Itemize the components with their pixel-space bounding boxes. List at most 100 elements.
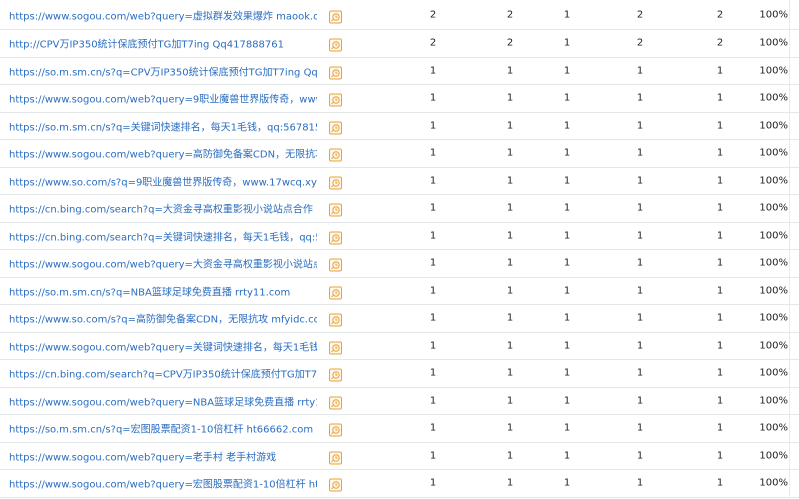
count-cell: 1 [506, 175, 514, 187]
history-clock-icon[interactable] [329, 147, 342, 162]
source-url-link[interactable]: https://cn.bing.com/search?q=关键词快速排名，每天1… [9, 228, 317, 243]
source-url-link[interactable]: https://cn.bing.com/search?q=大资金寻高权重影视小说… [9, 201, 317, 216]
keyword-table: https://www.sogou.com/web?query=虚拟群发效果爆炸… [0, 0, 799, 498]
count-cell: 2 [716, 9, 724, 20]
percent-cell: 100% [759, 37, 788, 49]
count-cell: 1 [563, 367, 571, 379]
count-cell: 1 [716, 175, 724, 187]
column-divider [789, 57, 790, 84]
count-cell: 1 [716, 477, 724, 489]
count-cell: 1 [506, 477, 514, 489]
history-clock-icon[interactable] [329, 202, 342, 217]
count-cell: 1 [716, 312, 724, 324]
source-url-link[interactable]: https://www.sogou.com/web?query=大资金寻高权重影… [9, 256, 317, 271]
history-clock-icon[interactable] [329, 8, 342, 23]
column-divider [789, 277, 790, 304]
history-clock-icon[interactable] [329, 119, 342, 135]
table-row: https://www.so.com/s?q=高防御免备案CDN，无限抗攻 mf… [0, 305, 799, 333]
count-cell: 1 [506, 147, 514, 159]
history-clock-icon[interactable] [329, 229, 342, 245]
source-url-link[interactable]: https://cn.bing.com/search?q=CPV万IP350统计… [9, 366, 317, 381]
source-url-link[interactable]: https://so.m.sm.cn/s?q=NBA篮球足球免费直播 rrty1… [9, 283, 290, 298]
count-cell: 1 [563, 477, 571, 489]
count-cell: 1 [716, 65, 724, 77]
history-clock-icon[interactable] [329, 174, 342, 190]
count-cell: 1 [506, 120, 514, 132]
history-clock-icon[interactable] [329, 284, 342, 300]
source-url-link[interactable]: https://so.m.sm.cn/s?q=宏图股票配资1-10倍杠杆 ht6… [9, 421, 313, 436]
count-cell: 1 [716, 257, 724, 269]
source-url-link[interactable]: https://so.m.sm.cn/s?q=关键词快速排名，每天1毛钱，qq:… [9, 118, 317, 133]
percent-cell: 100% [759, 257, 788, 269]
history-clock-icon[interactable] [329, 367, 342, 382]
history-clock-icon[interactable] [329, 37, 342, 52]
table-row: https://cn.bing.com/search?q=关键词快速排名，每天1… [0, 222, 799, 250]
source-url-link[interactable]: https://www.sogou.com/web?query=关键词快速排名，… [9, 338, 317, 353]
count-cell: 1 [636, 477, 644, 489]
count-cell: 2 [429, 9, 437, 20]
history-clock-icon[interactable] [329, 92, 342, 107]
source-url-link[interactable]: https://www.sogou.com/web?query=老手村 老手村游… [9, 448, 276, 463]
history-clock-icon[interactable] [329, 449, 342, 465]
count-cell: 1 [636, 147, 644, 159]
count-cell: 1 [636, 92, 644, 104]
source-url-link[interactable]: https://www.sogou.com/web?query=NBA篮球足球免… [9, 393, 317, 408]
count-cell: 1 [429, 395, 437, 407]
source-url-link[interactable]: https://www.so.com/s?q=高防御免备案CDN，无限抗攻 mf… [9, 311, 317, 326]
history-clock-icon[interactable] [329, 64, 342, 80]
count-cell: 1 [563, 395, 571, 407]
source-url-link[interactable]: https://www.sogou.com/web?query=宏图股票配资1-… [9, 476, 317, 491]
count-cell: 1 [506, 340, 514, 352]
count-cell: 2 [506, 9, 514, 20]
count-cell: 1 [563, 65, 571, 77]
percent-cell: 100% [759, 147, 788, 159]
count-cell: 1 [563, 175, 571, 187]
count-cell: 1 [636, 450, 644, 462]
count-cell: 1 [716, 230, 724, 242]
source-url-link[interactable]: https://so.m.sm.cn/s?q=CPV万IP350统计保底预付TG… [9, 63, 317, 78]
percent-cell: 100% [759, 285, 788, 297]
count-cell: 1 [506, 285, 514, 297]
count-cell: 1 [429, 285, 437, 297]
count-cell: 1 [563, 147, 571, 159]
percent-cell: 100% [759, 65, 788, 77]
history-clock-icon[interactable] [329, 422, 342, 437]
count-cell: 1 [636, 340, 644, 352]
count-cell: 1 [429, 230, 437, 242]
history-clock-icon[interactable] [329, 394, 342, 410]
count-cell: 1 [636, 312, 644, 324]
count-cell: 1 [506, 65, 514, 77]
column-divider [789, 250, 790, 277]
source-url-link[interactable]: https://www.so.com/s?q=9职业魔兽世界版传奇，www.17… [9, 173, 317, 188]
source-url-link[interactable]: https://www.sogou.com/web?query=9职业魔兽世界版… [9, 91, 317, 106]
count-cell: 1 [506, 395, 514, 407]
count-cell: 2 [716, 37, 724, 49]
source-url-link[interactable]: https://www.sogou.com/web?query=虚拟群发效果爆炸… [9, 7, 317, 22]
history-clock-icon[interactable] [329, 312, 342, 327]
percent-cell: 100% [759, 450, 788, 462]
column-divider [789, 360, 790, 387]
history-clock-icon[interactable] [329, 339, 342, 355]
source-url-link[interactable]: https://www.sogou.com/web?query=高防御免备案CD… [9, 146, 317, 161]
count-cell: 1 [636, 230, 644, 242]
column-divider [789, 415, 790, 442]
count-cell: 1 [636, 422, 644, 434]
table-row: http://CPV万IP350统计保底预付TG加T7ing Qq4178887… [0, 30, 799, 58]
count-cell: 1 [563, 202, 571, 214]
history-clock-icon[interactable] [329, 477, 342, 492]
count-cell: 1 [506, 312, 514, 324]
table-row: https://cn.bing.com/search?q=CPV万IP350统计… [0, 360, 799, 388]
column-divider [789, 195, 790, 222]
column-divider [789, 30, 790, 57]
count-cell: 1 [429, 202, 437, 214]
count-cell: 1 [563, 92, 571, 104]
percent-cell: 100% [759, 367, 788, 379]
count-cell: 1 [429, 147, 437, 159]
percent-cell: 100% [759, 230, 788, 242]
count-cell: 1 [429, 450, 437, 462]
count-cell: 1 [636, 120, 644, 132]
column-divider [789, 112, 790, 139]
history-clock-icon[interactable] [329, 257, 342, 272]
percent-cell: 100% [759, 340, 788, 352]
source-url-link[interactable]: http://CPV万IP350统计保底预付TG加T7ing Qq4178887… [9, 36, 284, 51]
